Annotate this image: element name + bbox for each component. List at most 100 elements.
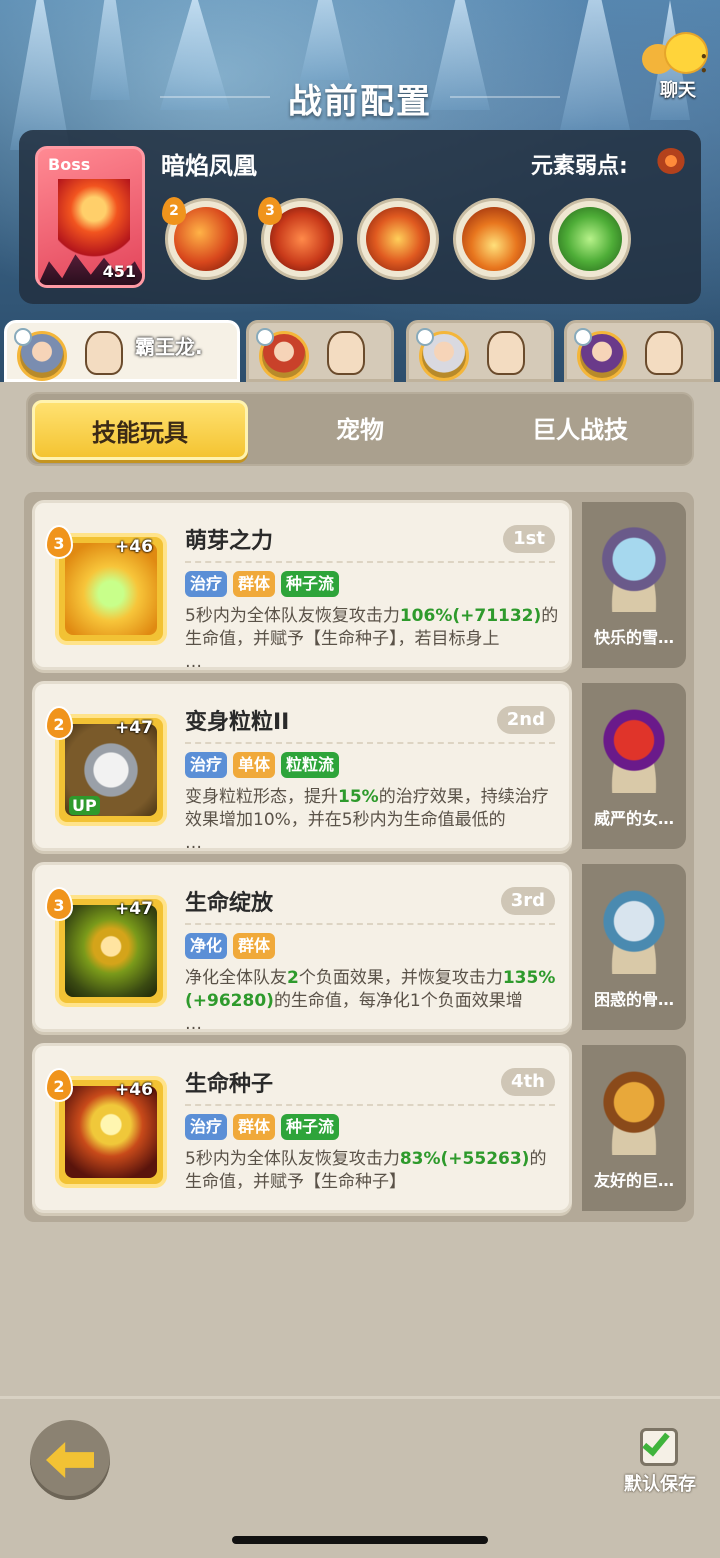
- skill-description: 净化全体队友2个负面效果，并恢复攻击力135%(+96280)的生命值，每净化1…: [185, 968, 556, 1034]
- skill-level-badge: 2: [45, 1068, 73, 1102]
- divider: [185, 742, 555, 744]
- tap-hand-icon: [85, 331, 123, 375]
- tag: 种子流: [281, 571, 340, 597]
- fire-element-icon: [657, 148, 685, 174]
- hero-tab-1[interactable]: 霸王龙.: [4, 320, 240, 382]
- category-tabs: 技能玩具 宠物 巨人战技: [26, 392, 694, 466]
- skill-bonus: +46: [115, 537, 153, 557]
- hero-tabs: 霸王龙.: [0, 320, 720, 382]
- skill-card[interactable]: 3 +47 生命绽放 3rd 净化 群体 净化全体队友2个负面效果，并恢复攻击力…: [32, 862, 572, 1034]
- tag: 群体: [233, 1114, 276, 1140]
- smiley-icon: • •: [664, 32, 708, 78]
- skill-level-badge: 3: [45, 525, 73, 559]
- boss-portrait[interactable]: Boss 451: [35, 146, 145, 288]
- pet-name: 友好的巨…: [593, 1171, 674, 1190]
- back-button[interactable]: [30, 1420, 110, 1500]
- tag-row: 治疗 群体 种子流: [185, 571, 340, 597]
- hero-avatar: [256, 328, 309, 381]
- checkmark-icon: [642, 1427, 670, 1457]
- skill-level-badge: 3: [45, 887, 73, 921]
- hero-avatar: [416, 328, 469, 381]
- hero-tab-4[interactable]: [564, 320, 714, 382]
- tab-giant-skills[interactable]: 巨人战技: [472, 400, 688, 460]
- hero-avatar: [14, 328, 67, 381]
- fire-burst-icon: [462, 207, 526, 271]
- pet-slot[interactable]: 快乐的雪…: [582, 502, 686, 668]
- rank-badge: 4th: [501, 1068, 555, 1096]
- tag: 单体: [233, 752, 276, 778]
- boss-skill-1[interactable]: 2: [162, 197, 247, 280]
- skill-card[interactable]: 2 +47 UP 变身粒粒II 2nd 治疗 单体 粒粒流 变身粒粒形态，提升1…: [32, 681, 572, 853]
- default-save-label: 默认保存: [624, 1474, 696, 1495]
- phoenix-icon: [58, 179, 130, 265]
- tag: 治疗: [185, 752, 228, 778]
- tap-hand-icon: [327, 331, 365, 375]
- tap-hand-icon: [645, 331, 683, 375]
- skill-title: 生命绽放: [185, 891, 274, 916]
- page-title: 战前配置: [288, 82, 432, 122]
- tag: 净化: [185, 933, 228, 959]
- divider: [185, 923, 555, 925]
- tab-skill-toys[interactable]: 技能玩具: [32, 400, 248, 460]
- tag: 治疗: [185, 1114, 228, 1140]
- poison-slime-icon: [558, 207, 622, 271]
- tab-pets[interactable]: 宠物: [252, 400, 468, 460]
- boss-skill-2[interactable]: 3: [258, 197, 343, 280]
- tag: 群体: [233, 571, 276, 597]
- element-badge-icon: [14, 328, 32, 346]
- tap-hand-icon: [487, 331, 525, 375]
- hero-tab-2[interactable]: [246, 320, 394, 382]
- skill-title: 生命种子: [185, 1072, 274, 1097]
- hero-name: 霸王龙.: [135, 335, 203, 359]
- skill-bonus: +46: [115, 1080, 153, 1100]
- pet-name: 困惑的骨…: [593, 990, 674, 1009]
- bone-pet-icon: [596, 878, 672, 974]
- skill-title: 变身粒粒II: [185, 710, 290, 735]
- rank-badge: 1st: [503, 525, 555, 553]
- element-badge-icon: [256, 328, 274, 346]
- tag: 治疗: [185, 571, 228, 597]
- bottom-bar: [0, 1396, 720, 1558]
- element-badge-icon: [574, 328, 592, 346]
- fire-spin-icon: [366, 207, 430, 271]
- skill-level-badge: 2: [45, 706, 73, 740]
- hero-tab-3[interactable]: [406, 320, 554, 382]
- boss-level: 451: [102, 262, 136, 281]
- divider: [185, 1104, 555, 1106]
- pet-name: 快乐的雪…: [593, 628, 674, 647]
- tag-row: 净化 群体: [185, 933, 276, 959]
- rank-badge: 3rd: [500, 887, 555, 915]
- skill-bonus: +47: [115, 899, 153, 919]
- weakness-label: 元素弱点:: [531, 154, 628, 179]
- skill-description: 5秒内为全体队友恢复攻击力83%(+55263)的生命值，并赋予【生命种子】: [185, 1149, 547, 1192]
- divider: [185, 561, 555, 563]
- snow-pet-icon: [596, 516, 672, 612]
- chat-button[interactable]: • • 聊天: [642, 30, 716, 101]
- chat-label: 聊天: [660, 80, 696, 101]
- tag: 种子流: [281, 1114, 340, 1140]
- pet-name: 威严的女…: [593, 809, 674, 828]
- skill-card[interactable]: 2 +46 生命种子 4th 治疗 群体 种子流 5秒内为全体队友恢复攻击力83…: [32, 1043, 572, 1213]
- back-arrow-icon: [46, 1442, 94, 1478]
- skill-description: 5秒内为全体队友恢复攻击力106%(+71132)的生命值，并赋予【生命种子】，…: [185, 606, 559, 672]
- boss-skill-3[interactable]: [357, 198, 439, 280]
- default-save-checkbox[interactable]: [640, 1427, 678, 1466]
- boss-skill-4[interactable]: [453, 198, 535, 280]
- pet-slot[interactable]: 友好的巨…: [582, 1045, 686, 1211]
- element-badge-icon: [416, 328, 434, 346]
- skill-description: 变身粒粒形态，提升15%的治疗效果，持续治疗效果增加10%，并在5秒内为生命值最…: [185, 787, 549, 853]
- upgrade-badge: UP: [69, 796, 100, 815]
- tag: 粒粒流: [281, 752, 340, 778]
- pet-slot[interactable]: 威严的女…: [582, 683, 686, 849]
- boss-name: 暗焰凤凰: [161, 152, 257, 180]
- hero-avatar: [574, 328, 627, 381]
- boss-skill-5[interactable]: [549, 198, 631, 280]
- skill-card[interactable]: 3 +46 萌芽之力 1st 治疗 群体 种子流 5秒内为全体队友恢复攻击力10…: [32, 500, 572, 672]
- tag: 群体: [233, 933, 276, 959]
- pet-slot[interactable]: 困惑的骨…: [582, 864, 686, 1030]
- home-indicator[interactable]: [232, 1536, 488, 1544]
- skill-level-badge: 3: [258, 197, 282, 225]
- rank-badge: 2nd: [496, 706, 555, 734]
- tag-row: 治疗 单体 粒粒流: [185, 752, 340, 778]
- skill-level-badge: 2: [162, 197, 186, 225]
